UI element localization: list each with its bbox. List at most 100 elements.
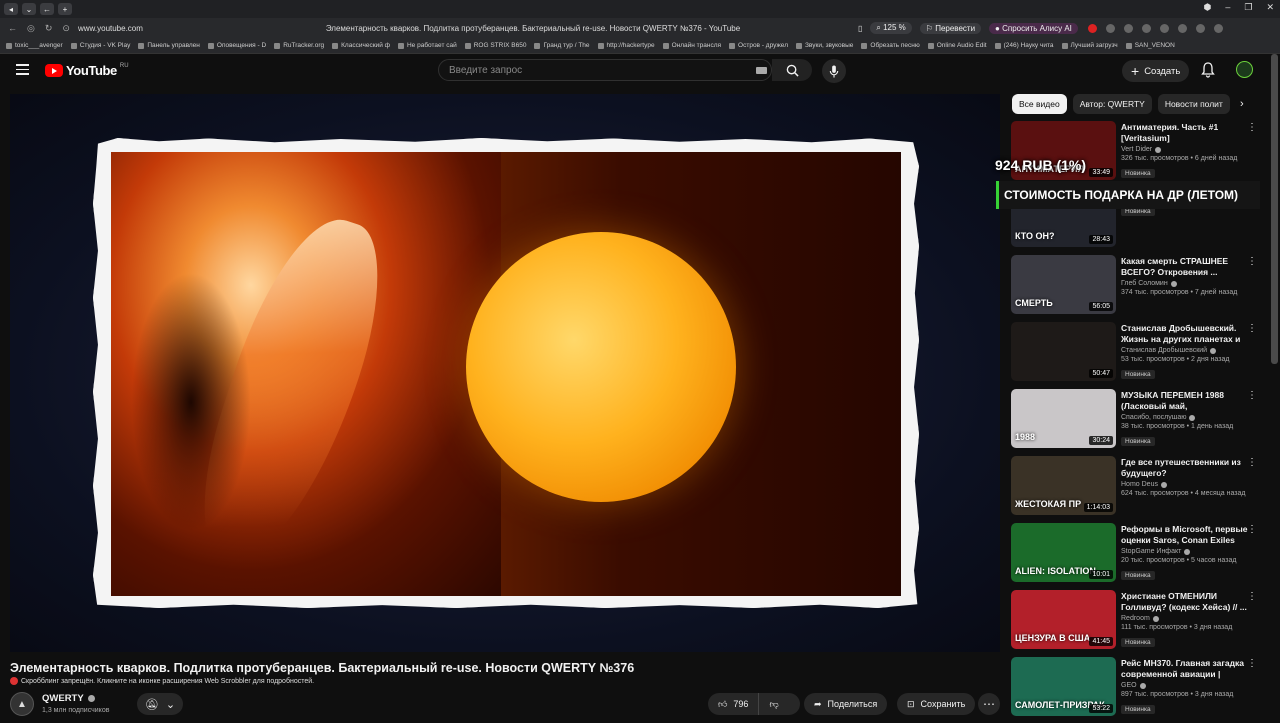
extension-icon-4[interactable] (1141, 23, 1151, 33)
tab-dropdown-icon[interactable]: ⌄ (22, 3, 36, 15)
bookmark-item[interactable]: Панель управлен (138, 42, 200, 49)
recommendation-item[interactable]: АНТИМАТЕРИЯ 33:49 Антиматерия. Часть #1 … (1011, 120, 1263, 187)
recommendation-title[interactable]: Станислав Дробышевский. Жизнь на других … (1121, 323, 1249, 345)
alice-button[interactable]: ● Спросить Алису AI (989, 22, 1078, 34)
recommendation-item[interactable]: СМЕРТЬ 56:05 Какая смерть СТРАШНЕЕ ВСЕГО… (1011, 254, 1263, 321)
more-vertical-icon[interactable]: ⋮ (1247, 123, 1257, 133)
chip-author[interactable]: Автор: QWERTY (1072, 94, 1152, 114)
recommendation-item[interactable]: ЦЕНЗУРА В США 41:45 Христиане ОТМЕНИЛИ Г… (1011, 589, 1263, 656)
youtube-logo[interactable]: YouTube RU (45, 63, 129, 78)
save-button[interactable]: ⊡ Сохранить (897, 693, 976, 715)
video-thumbnail[interactable]: 1988 30:24 (1011, 389, 1116, 448)
extension-icon-5[interactable] (1159, 23, 1169, 33)
video-thumbnail[interactable]: ALIEN: ISOLATION 10:01 (1011, 523, 1116, 582)
video-thumbnail[interactable]: САМОЛЕТ-ПРИЗРАК 53:22 (1011, 657, 1116, 716)
recommendation-channel[interactable]: Homo Deus (1121, 481, 1249, 488)
voice-search-button[interactable] (822, 59, 846, 83)
audio-tab-icon[interactable]: ◂ (4, 3, 18, 15)
download-icon[interactable] (1213, 23, 1223, 33)
extension-icon-1[interactable] (1087, 23, 1097, 33)
chip-all-videos[interactable]: Все видео (1012, 94, 1067, 114)
recommendation-title[interactable]: Христиане ОТМЕНИЛИ Голливуд? (кодекс Хей… (1121, 591, 1249, 613)
search-input[interactable] (439, 64, 756, 76)
translate-button[interactable]: ⚐ Перевести (919, 22, 982, 34)
video-player[interactable] (10, 94, 1000, 652)
notifications-bell-icon[interactable] (1201, 62, 1215, 78)
keyboard-icon[interactable] (756, 66, 767, 74)
bookmark-item[interactable]: toxic___avenger (6, 42, 63, 49)
minimize-icon[interactable]: – (1225, 2, 1230, 13)
video-thumbnail[interactable]: 50:47 (1011, 322, 1116, 381)
recommendation-title[interactable]: Антиматерия. Часть #1 [Veritasium] (1121, 122, 1249, 144)
extension-icon-7[interactable] (1195, 23, 1205, 33)
more-vertical-icon[interactable]: ⋮ (1247, 257, 1257, 267)
extension-icon-2[interactable] (1105, 23, 1115, 33)
zoom-indicator[interactable]: ⌕ 125 % (870, 22, 912, 34)
menu-icon[interactable] (16, 64, 29, 75)
recommendation-item[interactable]: 1988 30:24 МУЗЫКА ПЕРЕМЕН 1988 (Ласковый… (1011, 388, 1263, 455)
more-vertical-icon[interactable]: ⋮ (1247, 324, 1257, 334)
like-button[interactable]: 👍︎ 796 (708, 693, 760, 715)
more-actions-button[interactable]: ⋯ (978, 693, 1000, 715)
recommendation-title[interactable]: Где все путешественники из будущего? (1121, 457, 1249, 479)
maximize-icon[interactable]: ❐ (1244, 2, 1252, 13)
recommendation-item[interactable]: 50:47 Станислав Дробышевский. Жизнь на д… (1011, 321, 1263, 388)
recommendation-channel[interactable]: GEO (1121, 682, 1249, 689)
bookmark-item[interactable]: Звуки, звуковые (796, 42, 853, 49)
back-tab-icon[interactable]: ← (40, 3, 54, 15)
chip-politics[interactable]: Новости полит (1157, 94, 1230, 114)
recommendation-item[interactable]: САМОЛЕТ-ПРИЗРАК 53:22 Рейс MH370. Главна… (1011, 656, 1263, 723)
bookmark-item[interactable]: Остров - дружел (729, 42, 788, 49)
bookmark-item[interactable]: Онлайн трансля (662, 42, 721, 49)
more-vertical-icon[interactable]: ⋮ (1247, 391, 1257, 401)
bookmark-item[interactable]: SAN_VENON (1125, 42, 1175, 49)
bookmark-item[interactable]: Студия - VK Play (70, 42, 130, 49)
scrobbler-icon[interactable] (10, 677, 18, 685)
back-icon[interactable]: ← (8, 23, 17, 34)
bookmark-icon[interactable]: ▯ (858, 24, 862, 33)
recommendation-channel[interactable]: Спасибо, послушаю (1121, 414, 1249, 421)
recommendation-item[interactable]: ЖЕСТОКАЯ ПР 1:14:03 Где все путешественн… (1011, 455, 1263, 522)
new-tab-button[interactable]: + (58, 3, 72, 15)
bookmark-item[interactable]: (246) Наукy чита (994, 42, 1054, 49)
recommendation-item[interactable]: ALIEN: ISOLATION 10:01 Реформы в Microso… (1011, 522, 1263, 589)
bookmark-item[interactable]: Не работает сай (397, 42, 457, 49)
recommendation-channel[interactable]: StopGame Инфакт (1121, 548, 1249, 555)
recommendation-title[interactable]: Реформы в Microsoft, первые оценки Saros… (1121, 524, 1249, 546)
video-thumbnail[interactable]: СМЕРТЬ 56:05 (1011, 255, 1116, 314)
close-icon[interactable]: ✕ (1266, 2, 1274, 13)
account-avatar[interactable] (1236, 61, 1253, 78)
bookmark-item[interactable]: Гранд тур / The (534, 42, 590, 49)
bookmark-item[interactable]: Обрезать песню (861, 42, 920, 49)
bookmark-item[interactable]: Online Audio Edit (927, 42, 987, 49)
extension-icon-6[interactable] (1177, 23, 1187, 33)
recommendation-title[interactable]: МУЗЫКА ПЕРЕМЕН 1988 (Ласковый май, Афган… (1121, 390, 1249, 412)
subscription-notifications-button[interactable]: 🔕︎ ⌄ (137, 693, 183, 715)
shield-icon[interactable]: ◎ (27, 23, 35, 34)
bookmark-item[interactable]: RuTracker.org (274, 42, 324, 49)
recommendation-channel[interactable]: Глеб Соломин (1121, 280, 1249, 287)
channel-name[interactable]: QWERTY (42, 693, 95, 704)
extension-icon-3[interactable] (1123, 23, 1133, 33)
lock-icon[interactable]: ⊙ (62, 23, 70, 34)
recommendation-title[interactable]: Рейс MH370. Главная загадка современной … (1121, 658, 1249, 680)
chevron-right-icon[interactable]: › (1240, 98, 1244, 110)
recommendation-channel[interactable]: Redroom (1121, 615, 1249, 622)
bookmark-item[interactable]: Оповещения - D (207, 42, 266, 49)
video-thumbnail[interactable]: ЖЕСТОКАЯ ПР 1:14:03 (1011, 456, 1116, 515)
url-field[interactable]: www.youtube.com (78, 24, 228, 33)
bookmark-item[interactable]: Классический ф (332, 42, 390, 49)
more-vertical-icon[interactable]: ⋮ (1247, 592, 1257, 602)
more-vertical-icon[interactable]: ⋮ (1247, 458, 1257, 468)
bookmark-item[interactable]: http://hackertype (597, 42, 655, 49)
reload-icon[interactable]: ↻ (45, 23, 53, 34)
search-button[interactable] (772, 59, 812, 81)
share-button[interactable]: ➦ Поделиться (804, 693, 888, 715)
more-vertical-icon[interactable]: ⋮ (1247, 525, 1257, 535)
video-thumbnail[interactable]: ЦЕНЗУРА В США 41:45 (1011, 590, 1116, 649)
more-vertical-icon[interactable]: ⋮ (1247, 659, 1257, 669)
create-button[interactable]: + Создать (1122, 60, 1190, 82)
recommendation-channel[interactable]: Vert Dider (1121, 146, 1249, 153)
recommendation-channel[interactable]: Станислав Дробышевский (1121, 347, 1249, 354)
extension-icon[interactable]: ⬢ (1204, 2, 1212, 13)
